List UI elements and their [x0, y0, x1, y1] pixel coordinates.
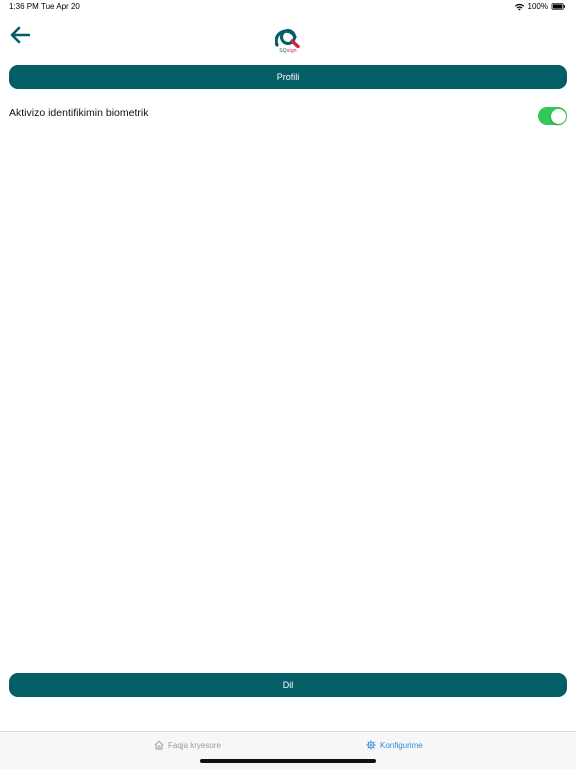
logo-magnifier-icon	[275, 29, 300, 48]
home-icon	[154, 740, 164, 750]
tab-settings-label: Konfigurime	[380, 740, 423, 750]
biometric-setting-row: Aktivizo identifikimin biometrik	[9, 102, 567, 130]
biometric-toggle[interactable]	[538, 107, 567, 125]
profile-button-label: Profili	[276, 72, 300, 82]
status-indicators: 100%	[514, 2, 566, 11]
tab-bar: Faqja kryesore Konfigurime	[0, 731, 576, 769]
profile-button[interactable]: Profili	[9, 65, 567, 89]
battery-icon	[551, 3, 566, 10]
logo-prefix: SQ	[279, 48, 287, 54]
gear-icon	[366, 740, 376, 750]
status-time: 1:36 PM	[9, 2, 39, 11]
logo-text: SQsign	[279, 48, 297, 54]
tab-home[interactable]: Faqja kryesore	[154, 740, 221, 750]
arrow-left-icon	[10, 26, 30, 44]
language-button[interactable]: Dil	[9, 673, 567, 697]
status-date: Tue Apr 20	[41, 2, 80, 11]
back-button[interactable]	[8, 24, 32, 46]
status-bar: 1:36 PM Tue Apr 20 100%	[0, 0, 576, 14]
tab-settings[interactable]: Konfigurime	[366, 740, 423, 750]
home-indicator	[200, 759, 376, 763]
language-button-label: Dil	[282, 680, 294, 690]
biometric-label: Aktivizo identifikimin biometrik	[9, 107, 149, 119]
toggle-knob	[550, 108, 566, 124]
tab-home-label: Faqja kryesore	[168, 740, 221, 750]
wifi-icon	[514, 3, 524, 11]
logo-suffix: sign	[286, 48, 297, 54]
app-logo: SQsign	[274, 28, 302, 58]
battery-percent: 100%	[527, 2, 548, 11]
